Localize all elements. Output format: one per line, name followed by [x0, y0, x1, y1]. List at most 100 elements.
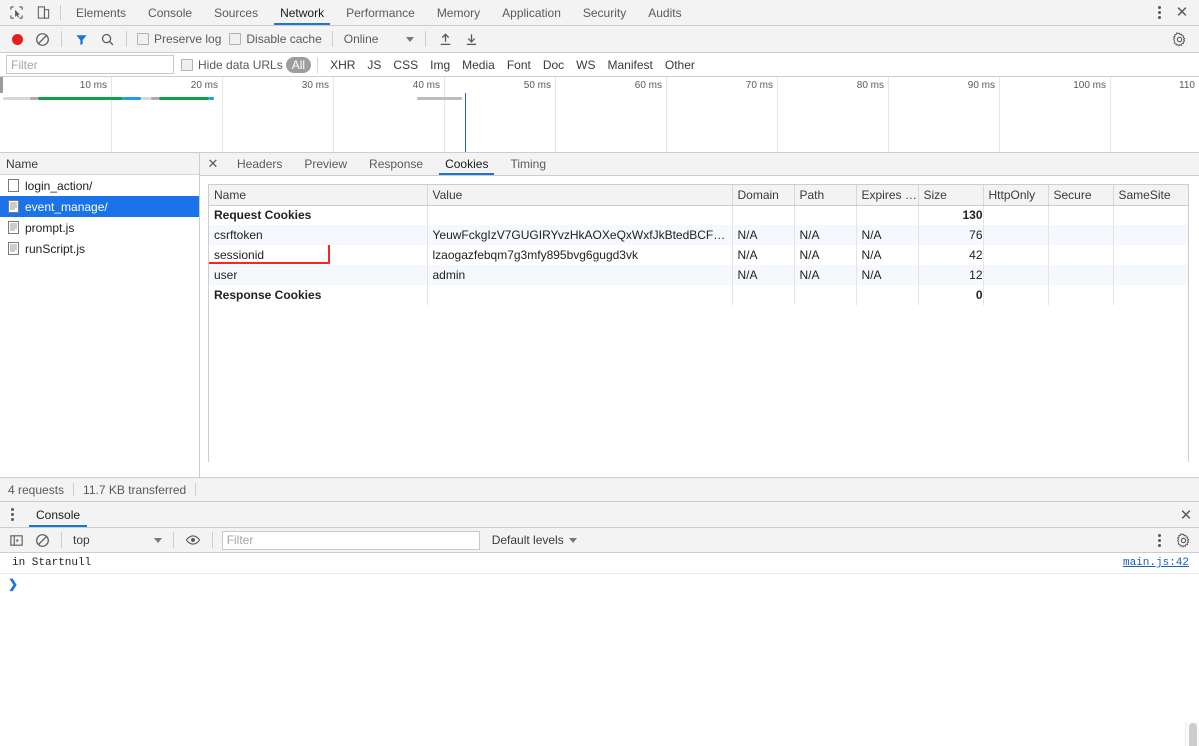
import-har-icon[interactable]	[433, 28, 457, 50]
tab-sources[interactable]: Sources	[203, 0, 269, 25]
cell-name: user	[209, 265, 428, 285]
table-row-response-cookies-group[interactable]: Response Cookies 0	[209, 285, 1188, 305]
search-icon[interactable]	[95, 28, 119, 50]
close-drawer-icon[interactable]: ✕	[1173, 502, 1199, 527]
throttling-dropdown[interactable]: Online	[340, 32, 419, 46]
tab-application[interactable]: Application	[491, 0, 572, 25]
tab-elements[interactable]: Elements	[65, 0, 137, 25]
table-row-csrftoken[interactable]: csrftoken YeuwFckgIzV7GUGIRYvzHkAOXeQxWx…	[209, 225, 1188, 245]
console-filter-input[interactable]	[221, 530, 480, 550]
request-row-login-action[interactable]: login_action/	[0, 175, 199, 196]
table-row-request-cookies-group[interactable]: Request Cookies 130	[209, 205, 1188, 225]
page-vertical-scrollbar[interactable]	[1185, 721, 1199, 746]
filter-type-ws[interactable]: WS	[570, 57, 601, 73]
filter-type-js[interactable]: JS	[361, 57, 387, 73]
col-header-httponly[interactable]: HttpOnly	[983, 185, 1049, 206]
gear-icon[interactable]	[1167, 28, 1191, 50]
close-devtools-icon[interactable]: ✕	[1171, 2, 1193, 24]
inspect-element-icon[interactable]	[8, 4, 25, 21]
cell-size: 0	[918, 285, 984, 305]
col-header-secure[interactable]: Secure	[1048, 185, 1114, 206]
more-options-icon[interactable]	[1149, 2, 1169, 24]
console-gear-icon[interactable]	[1171, 529, 1195, 551]
status-divider-2	[195, 483, 197, 496]
network-toolbar: Preserve log Disable cache Online	[0, 26, 1199, 53]
throttling-value: Online	[343, 32, 379, 46]
tab-console[interactable]: Console	[137, 0, 203, 25]
console-more-options-icon[interactable]	[1149, 529, 1169, 551]
tab-memory[interactable]: Memory	[426, 0, 491, 25]
chevron-down-icon	[568, 537, 577, 543]
log-levels-dropdown[interactable]: Default levels	[492, 533, 577, 547]
request-list: login_action/ event_manage/ prompt.js ru…	[0, 175, 199, 477]
drawer-more-options-icon[interactable]	[0, 502, 24, 527]
col-header-samesite[interactable]: SameSite	[1113, 185, 1188, 206]
tab-cookies[interactable]: Cookies	[434, 153, 499, 175]
tab-security[interactable]: Security	[572, 0, 637, 25]
filter-input[interactable]	[6, 55, 174, 74]
chevron-down-icon	[153, 537, 162, 543]
disable-cache-checkbox[interactable]: Disable cache	[226, 32, 324, 46]
request-list-header[interactable]: Name	[0, 153, 199, 175]
table-row-user[interactable]: user admin N/A N/A N/A 12	[209, 265, 1188, 285]
filter-type-img[interactable]: Img	[424, 57, 456, 73]
request-row-runscript-js[interactable]: runScript.js	[0, 238, 199, 259]
filter-type-xhr[interactable]: XHR	[324, 57, 361, 73]
col-header-value[interactable]: Value	[427, 185, 733, 206]
live-expression-eye-icon[interactable]	[181, 529, 205, 551]
filter-type-manifest[interactable]: Manifest	[602, 57, 659, 73]
preserve-log-checkbox[interactable]: Preserve log	[134, 32, 224, 46]
console-prompt-row[interactable]: ❯	[0, 574, 1199, 595]
page-scrollbar-thumb[interactable]	[1189, 723, 1197, 746]
filter-icon[interactable]	[69, 28, 93, 50]
tab-network[interactable]: Network	[269, 0, 335, 25]
request-name: prompt.js	[25, 220, 75, 235]
col-header-path[interactable]: Path	[794, 185, 857, 206]
close-detail-icon[interactable]: ✕	[200, 153, 226, 175]
filter-type-media[interactable]: Media	[456, 57, 501, 73]
clear-console-icon[interactable]	[30, 529, 54, 551]
tab-audits[interactable]: Audits	[637, 0, 692, 25]
request-detail-panel: ✕ Headers Preview Response Cookies Timin…	[200, 153, 1199, 477]
drawer-tab-console[interactable]: Console	[24, 502, 92, 527]
console-message-row[interactable]: in Startnull main.js:42	[0, 553, 1199, 574]
clear-icon[interactable]	[30, 28, 54, 50]
filter-type-css[interactable]: CSS	[387, 57, 424, 73]
console-sidebar-icon[interactable]	[4, 529, 28, 551]
disable-cache-label: Disable cache	[246, 32, 322, 46]
cell-samesite	[1113, 285, 1188, 305]
col-header-domain[interactable]: Domain	[732, 185, 795, 206]
overview-gridline	[555, 77, 556, 152]
col-header-name[interactable]: Name	[209, 185, 428, 206]
script-doc-icon	[8, 221, 19, 234]
request-row-prompt-js[interactable]: prompt.js	[0, 217, 199, 238]
request-row-event-manage[interactable]: event_manage/	[0, 196, 199, 217]
cell-value: lzaogazfebqm7g3mfy895bvg6gugd3vk	[427, 245, 733, 265]
network-overview-timeline[interactable]: 10 ms 20 ms 30 ms 40 ms 50 ms 60 ms 70 m…	[0, 77, 1199, 153]
hide-data-urls-checkbox[interactable]: Hide data URLs	[178, 58, 286, 72]
col-header-size[interactable]: Size	[918, 185, 984, 206]
console-message-source-link[interactable]: main.js:42	[1123, 557, 1189, 569]
overview-tick-label: 70 ms	[745, 80, 773, 91]
filter-type-font[interactable]: Font	[501, 57, 537, 73]
tab-performance[interactable]: Performance	[335, 0, 426, 25]
col-header-expires[interactable]: Expires /...	[856, 185, 919, 206]
export-har-icon[interactable]	[459, 28, 483, 50]
table-row-sessionid[interactable]: sessionid lzaogazfebqm7g3mfy895bvg6gugd3…	[209, 245, 1188, 265]
tab-headers[interactable]: Headers	[226, 153, 293, 175]
filter-type-other[interactable]: Other	[659, 57, 701, 73]
overview-request-bar	[141, 97, 151, 100]
tab-preview[interactable]: Preview	[293, 153, 358, 175]
device-toolbar-icon[interactable]	[35, 4, 52, 21]
overview-gridline	[222, 77, 223, 152]
overview-tick-label: 50 ms	[523, 80, 551, 91]
tab-timing[interactable]: Timing	[499, 153, 557, 175]
overview-tick-label: 90 ms	[967, 80, 995, 91]
tab-response[interactable]: Response	[358, 153, 434, 175]
filter-type-doc[interactable]: Doc	[537, 57, 570, 73]
tabbar-right-controls: ✕	[1149, 0, 1199, 25]
record-button[interactable]	[6, 28, 28, 50]
script-doc-icon	[8, 242, 19, 255]
filter-type-all[interactable]: All	[285, 56, 312, 73]
execution-context-dropdown[interactable]: top	[69, 533, 166, 547]
